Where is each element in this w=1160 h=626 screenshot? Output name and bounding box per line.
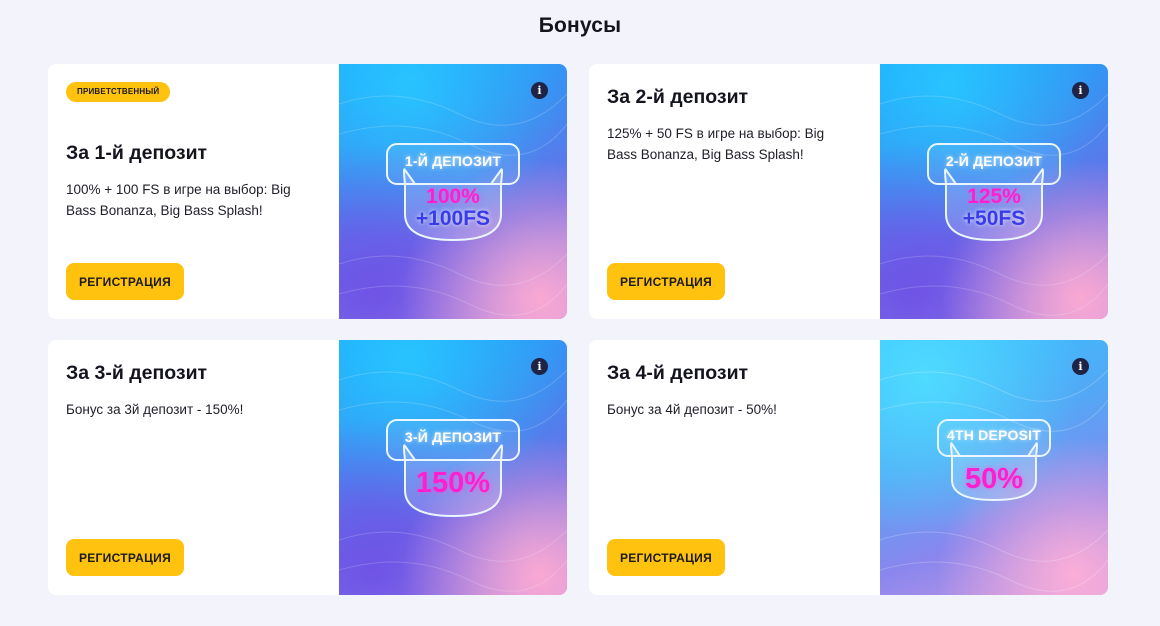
art-percent-value: 125%: [967, 185, 1021, 208]
bonus-card-art: 1-Й ДЕПОЗИТ 100% +100FS i: [339, 64, 567, 319]
bonus-card-art: 3-Й ДЕПОЗИТ 150% i: [339, 340, 567, 595]
bonus-card-title: За 3-й депозит: [66, 362, 208, 384]
bonus-grid: ПРИВЕТСТВЕННЫЙ За 1-й депозит 100% + 100…: [48, 64, 1108, 596]
bonus-card-title: За 1-й депозит: [66, 142, 208, 164]
bonus-card-description: Бонус за 4й депозит - 50%!: [607, 402, 777, 417]
bonus-card-description: 125% + 50 FS в игре на выбор: Big Bass B…: [607, 126, 825, 162]
bonus-card-text: За 3-й депозит Бонус за 3й депозит - 150…: [48, 340, 339, 595]
bonus-card-art: 4TH DEPOSIT 50% i: [880, 340, 1108, 595]
register-button[interactable]: РЕГИСТРАЦИЯ: [66, 263, 184, 300]
bonus-card-art: 2-Й ДЕПОЗИТ 125% +50FS i: [880, 64, 1108, 319]
bonus-card-deposit-1: ПРИВЕТСТВЕННЫЙ За 1-й депозит 100% + 100…: [48, 64, 567, 319]
register-button[interactable]: РЕГИСТРАЦИЯ: [607, 263, 725, 300]
bonus-card-text: ПРИВЕТСТВЕННЫЙ За 1-й депозит 100% + 100…: [48, 64, 339, 319]
bonus-card-deposit-2: За 2-й депозит 125% + 50 FS в игре на вы…: [589, 64, 1108, 319]
art-deposit-label: 1-Й ДЕПОЗИТ: [404, 153, 502, 169]
bonus-card-description: Бонус за 3й депозит - 150%!: [66, 402, 244, 417]
bonus-card-text: За 4-й депозит Бонус за 4й депозит - 50%…: [589, 340, 880, 595]
art-deposit-label: 3-Й ДЕПОЗИТ: [404, 429, 502, 445]
art-percent-value: 100%: [426, 185, 480, 208]
art-freespins-value: +50FS: [962, 207, 1026, 230]
info-icon[interactable]: i: [1072, 358, 1089, 375]
bonus-card-deposit-4: За 4-й депозит Бонус за 4й депозит - 50%…: [589, 340, 1108, 595]
art-freespins-value: +100FS: [415, 207, 491, 230]
info-icon[interactable]: i: [1072, 82, 1089, 99]
art-deposit-label: 4TH DEPOSIT: [947, 427, 1041, 443]
bonus-card-deposit-3: За 3-й депозит Бонус за 3й депозит - 150…: [48, 340, 567, 595]
bonus-card-title: За 2-й депозит: [607, 86, 749, 108]
bonus-card-description: 100% + 100 FS в игре на выбор: Big Bass …: [66, 182, 291, 218]
info-icon[interactable]: i: [531, 358, 548, 375]
info-icon[interactable]: i: [531, 82, 548, 99]
bonus-card-text: За 2-й депозит 125% + 50 FS в игре на вы…: [589, 64, 880, 319]
art-percent-value: 50%: [964, 463, 1024, 495]
register-button[interactable]: РЕГИСТРАЦИЯ: [66, 539, 184, 576]
art-deposit-label: 2-Й ДЕПОЗИТ: [945, 153, 1043, 169]
bonus-card-title: За 4-й депозит: [607, 362, 749, 384]
page-title: Бонусы: [538, 14, 622, 37]
art-percent-value: 150%: [415, 467, 491, 499]
welcome-badge: ПРИВЕТСТВЕННЫЙ: [66, 82, 171, 102]
register-button[interactable]: РЕГИСТРАЦИЯ: [607, 539, 725, 576]
